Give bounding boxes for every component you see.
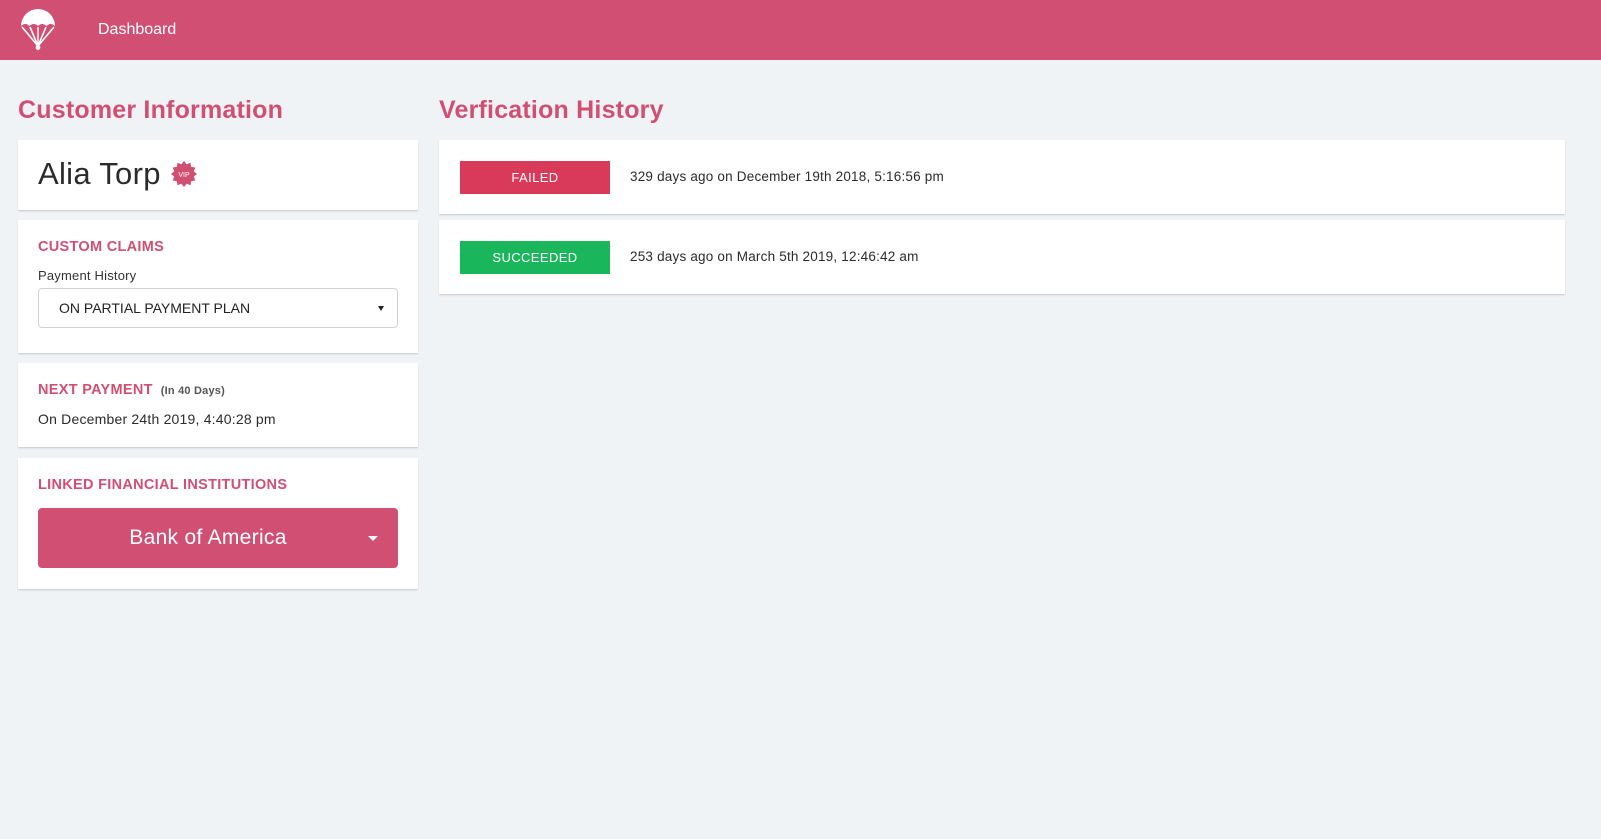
vip-badge-text: VIP: [178, 172, 190, 179]
next-payment-card: NEXT PAYMENT (In 40 Days) On December 24…: [18, 363, 418, 447]
nav-dashboard-link[interactable]: Dashboard: [98, 0, 176, 60]
verification-timestamp: 329 days ago on December 19th 2018, 5:16…: [630, 169, 944, 184]
custom-claims-heading: CUSTOM CLAIMS: [38, 239, 165, 255]
verification-row: SUCCEEDED 253 days ago on March 5th 2019…: [439, 220, 1565, 294]
next-payment-days-note: (In 40 Days): [160, 385, 225, 397]
caret-down-icon: [378, 306, 384, 311]
top-navbar: Dashboard: [0, 0, 1601, 60]
verification-timestamp: 253 days ago on March 5th 2019, 12:46:42…: [630, 249, 919, 264]
next-payment-heading: NEXT PAYMENT: [38, 382, 153, 398]
verification-history-title: Verfication History: [439, 96, 664, 124]
customer-name-card: Alia Torp VIP: [18, 140, 418, 210]
bank-select-label: Bank of America: [129, 526, 287, 549]
payment-history-label: Payment History: [38, 268, 137, 283]
vip-badge-icon: VIP: [170, 161, 197, 187]
custom-claims-card: CUSTOM CLAIMS Payment History ON PARTIAL…: [18, 220, 418, 353]
linked-institutions-heading: LINKED FINANCIAL INSTITUTIONS: [38, 477, 288, 493]
parachute-logo-icon[interactable]: [19, 8, 57, 52]
status-badge-failed: FAILED: [460, 161, 610, 194]
payment-history-selected-value: ON PARTIAL PAYMENT PLAN: [59, 300, 251, 316]
customer-information-title: Customer Information: [18, 96, 284, 124]
caret-down-icon: [368, 536, 378, 541]
payment-history-select[interactable]: ON PARTIAL PAYMENT PLAN: [38, 288, 398, 328]
next-payment-date: On December 24th 2019, 4:40:28 pm: [38, 411, 276, 427]
bank-select-button[interactable]: Bank of America: [38, 508, 398, 568]
customer-name: Alia Torp: [38, 156, 161, 191]
linked-institutions-card: LINKED FINANCIAL INSTITUTIONS Bank of Am…: [18, 458, 418, 589]
verification-row: FAILED 329 days ago on December 19th 201…: [439, 140, 1565, 214]
status-badge-succeeded: SUCCEEDED: [460, 241, 610, 274]
